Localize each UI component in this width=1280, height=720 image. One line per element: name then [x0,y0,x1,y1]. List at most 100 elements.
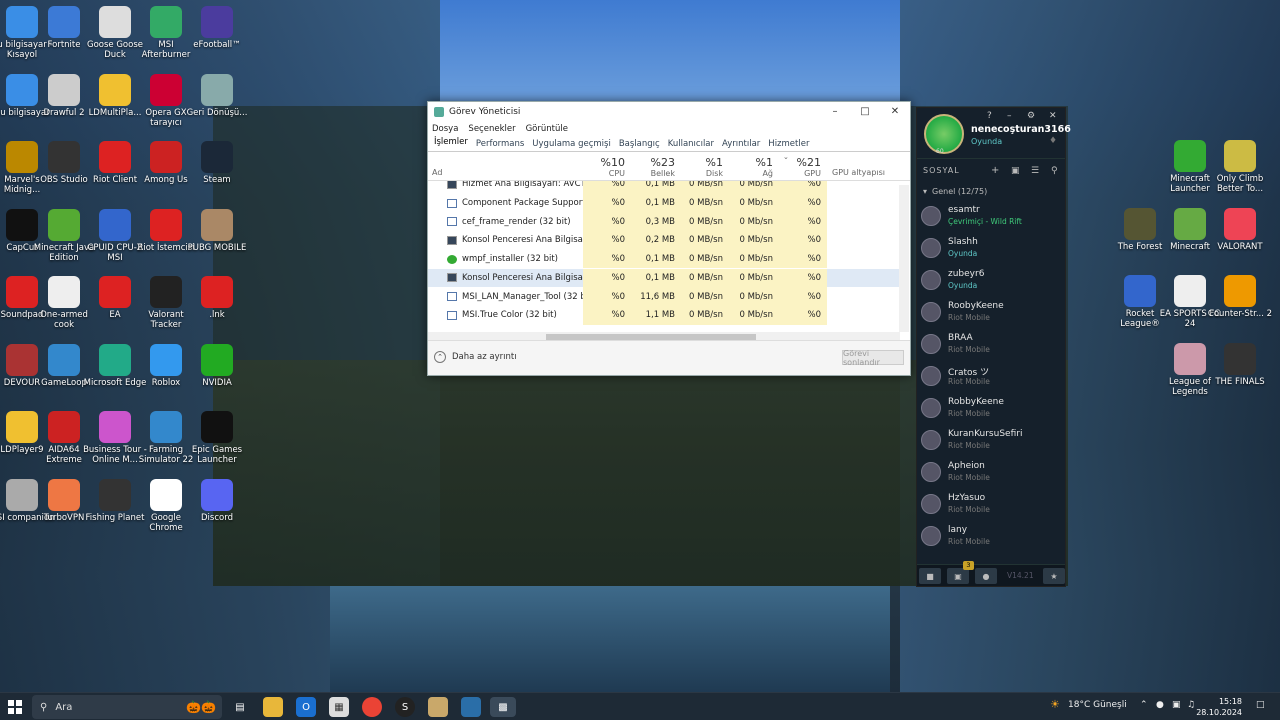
column-disk[interactable]: %1 Disk [681,152,729,181]
tray-chevron-icon[interactable]: ⌃ [1140,700,1148,710]
desktop-icon[interactable]: Epic Games Launcher [184,411,250,465]
file-explorer-icon[interactable] [263,697,283,717]
tab-performance[interactable]: Performans [472,139,528,151]
desktop-icon[interactable]: Discord [184,478,250,523]
column-name[interactable]: Ad [432,168,442,177]
friend-status: Riot Mobile [948,377,990,386]
process-name: Konsol Penceresi Ana Bilgisayarı [447,235,599,245]
tab-users[interactable]: Kullanıcılar [664,139,718,151]
friend-item[interactable]: HzYasuo Riot Mobile [917,488,1065,520]
league-of-legends-icon[interactable] [428,697,448,717]
process-row[interactable]: Component Package Support S... %0 0,1 MB 0 … [428,193,900,213]
menu-file[interactable]: Dosya [432,124,458,134]
menu-bar: Dosya Seçenekler Görüntüle [428,121,910,136]
friend-item[interactable]: zubeyr6 Oyunda [917,264,1065,296]
menu-view[interactable]: Görüntüle [526,124,568,134]
task-view-icon[interactable]: ▤ [230,697,250,717]
minimize-button[interactable]: – [820,102,850,121]
process-row[interactable]: Konsol Penceresi Ana Bilgisayarı %0 0,1 MB… [428,268,900,288]
friend-item[interactable]: Apheion Riot Mobile [917,456,1065,488]
column-network[interactable]: %1 Ağ [729,152,779,181]
vertical-scrollbar[interactable] [899,185,909,332]
start-button[interactable] [8,700,22,714]
avatar[interactable] [924,114,964,154]
clock[interactable]: 15:18 28.10.2024 [1196,696,1242,718]
tab-startup[interactable]: Başlangıç [615,139,664,151]
process-row[interactable]: MSI_LAN_Manager_Tool (32 bit) %0 11,6 MB 0 … [428,287,900,306]
task-manager-taskbar-icon[interactable]: ▩ [490,697,516,717]
tab-details[interactable]: Ayrıntılar [718,139,764,151]
friend-item[interactable]: Slashh Oyunda [917,232,1065,264]
network-icon[interactable]: ▣ [1172,700,1181,710]
bug-icon[interactable]: ★ [1043,568,1065,584]
desktop-icon[interactable]: Only Climb Better To... [1207,140,1273,194]
menu-options[interactable]: Seçenekler [468,124,515,134]
tab-app-history[interactable]: Uygulama geçmişi [528,139,615,151]
title-bar[interactable]: Görev Yöneticisi – □ ✕ [428,102,910,121]
tab-processes[interactable]: İşlemler [430,137,472,151]
process-row[interactable]: wmpf_installer (32 bit) %0 0,1 MB 0 MB/sn 0 … [428,249,900,269]
friend-item[interactable]: RoobyKeene Riot Mobile [917,296,1065,328]
minecraft-icon [1174,208,1206,240]
desktop-icon[interactable]: eFootball™ [184,6,250,50]
close-button[interactable]: ✕ [880,102,910,121]
close-icon[interactable]: ✕ [1049,111,1057,121]
microphone-icon[interactable]: ● [1156,700,1164,710]
list-icon[interactable]: ☰ [1031,166,1039,176]
desktop-icon[interactable]: VALORANT [1207,208,1273,252]
task-manager-window[interactable]: Görev Yöneticisi – □ ✕ Dosya Seçenekler … [427,101,911,376]
process-disk: 0 MB/sn [681,305,729,325]
search-box[interactable]: ⚲ Ara 🎃🎃 [32,695,222,719]
chat-icon[interactable]: ■ [919,568,941,584]
desktop-icon[interactable]: NVIDIA [184,343,250,388]
store-icon[interactable]: ▦ [329,697,349,717]
outlook-icon[interactable]: O [296,697,316,717]
process-icon [447,181,457,189]
column-cpu[interactable]: %10 CPU [583,152,631,181]
bell-icon[interactable]: ♦ [1049,136,1057,146]
search-placeholder: Ara [55,701,73,713]
process-cpu: %0 [583,212,631,232]
minimize-icon[interactable]: – [1007,111,1012,121]
friend-item[interactable]: KuranKursuSefiri Riot Mobile [917,424,1065,456]
process-row[interactable]: Hizmet Ana Bilgisayarı: AVCTP ... %0 0,1 M… [428,181,900,194]
league-client-icon[interactable] [461,697,481,717]
desktop-icon[interactable]: Steam [184,141,250,185]
steam-icon[interactable]: S [395,697,415,717]
less-details-button[interactable]: ⌃ Daha az ayrıntı [434,351,517,363]
notification-icon[interactable]: □ [1256,700,1265,710]
volume-icon[interactable]: ♫ [1187,700,1195,710]
desktop-icon[interactable]: PUBG MOBILE [184,208,250,253]
desktop-icon[interactable]: Counter-Str... 2 [1207,275,1273,319]
desktop-icon[interactable]: THE FINALS [1207,343,1273,387]
folder-icon[interactable]: ▣ [1011,166,1020,176]
group-header[interactable]: ▾ Genel (12/75) [917,182,1065,200]
process-mem: 1,1 MB [631,305,681,325]
column-gpu-engine[interactable]: GPU altyapısı [832,168,885,177]
party-icon[interactable]: ▣ [947,568,969,584]
friend-item[interactable]: Cratos ツ Riot Mobile [917,360,1065,392]
epic-icon [201,411,233,443]
process-row[interactable]: Konsol Penceresi Ana Bilgisayarı %0 0,2 MB… [428,231,900,250]
desktop-icon[interactable]: Geri Dönüşü... [184,73,250,118]
friend-item[interactable]: esamtr Çevrimiçi - Wild Rift [917,200,1065,232]
friend-item[interactable]: BRAA Riot Mobile [917,328,1065,360]
help-icon[interactable]: ? [987,111,992,121]
process-row[interactable]: cef_frame_render (32 bit) %0 0,3 MB 0 MB/sn… [428,212,900,232]
maximize-button[interactable]: □ [850,102,880,121]
add-friend-icon[interactable]: + [991,165,999,176]
riot-social-panel[interactable]: 60 nenecoşturan3166 Oyunda ? – ⚙ ✕ ♦ SOS… [916,107,1071,587]
column-memory[interactable]: %23 Bellek [631,152,681,181]
chrome-icon[interactable] [362,697,382,717]
friend-item[interactable]: lany Riot Mobile [917,520,1065,552]
friend-item[interactable]: RobbyKeene Riot Mobile [917,392,1065,424]
tab-services[interactable]: Hizmetler [764,139,813,151]
weather-label[interactable]: 18°C Güneşli [1068,700,1127,710]
desktop-icon[interactable]: .lnk [184,276,250,320]
microphone-icon[interactable]: ● [975,568,997,584]
end-task-button[interactable]: Görevi sonlandır [842,349,904,367]
user-status[interactable]: Oyunda [971,137,1002,146]
gear-icon[interactable]: ⚙ [1027,111,1035,121]
search-icon[interactable]: ⚲ [1051,166,1058,176]
process-row[interactable]: MSI.True Color (32 bit) %0 1,1 MB 0 MB/sn 0 … [428,305,900,325]
